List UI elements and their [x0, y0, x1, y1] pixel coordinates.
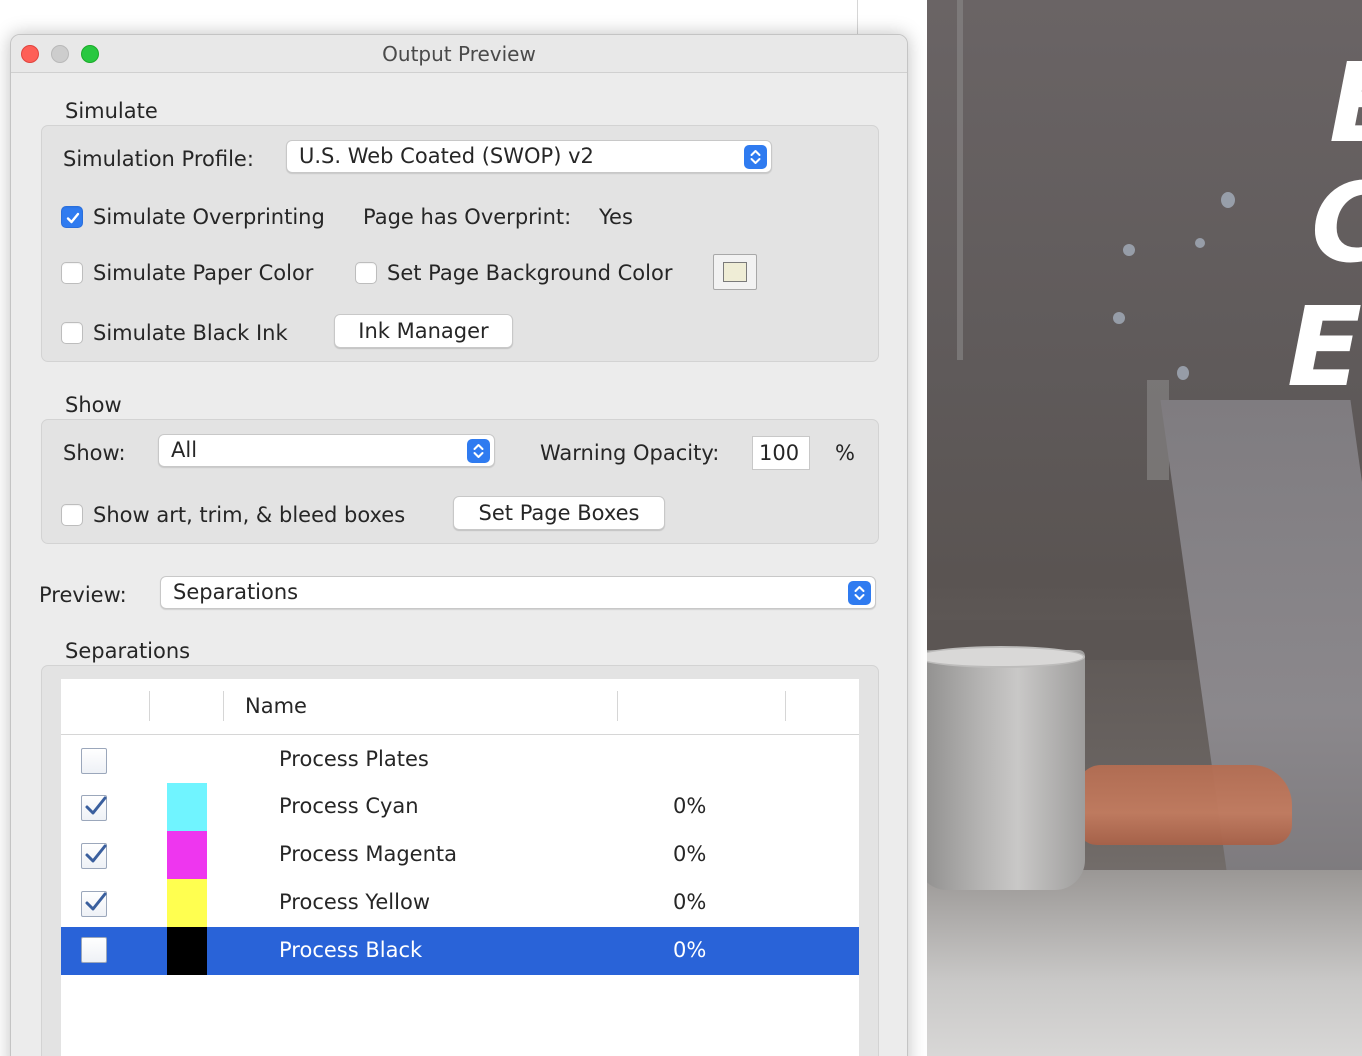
column-divider[interactable] [785, 691, 786, 721]
table-row[interactable]: Process Yellow 0% [61, 879, 859, 927]
show-boxes-label[interactable]: Show art, trim, & bleed boxes [93, 503, 405, 527]
page-has-overprint-label: Page has Overprint: [363, 205, 572, 229]
row-checkbox[interactable] [81, 795, 107, 821]
percent-sign: % [835, 441, 855, 465]
photo-letter: E [1329, 48, 1362, 158]
show-select[interactable]: All [158, 434, 495, 467]
simulation-profile-label: Simulation Profile: [63, 147, 254, 171]
table-row[interactable]: Process Magenta 0% [61, 831, 859, 879]
page-background-color-swatch[interactable] [713, 254, 757, 290]
show-section-title: Show [65, 393, 122, 417]
output-preview-window: Output Preview Simulate Simulation Profi… [10, 34, 908, 1056]
separations-table: Name Process Plates Process Cyan 0% Proc… [61, 679, 859, 1056]
popup-arrows-icon [744, 145, 767, 169]
photo-letter: C [1311, 168, 1362, 278]
page-has-overprint-value: Yes [599, 205, 633, 229]
color-chip [167, 879, 207, 927]
checkmark-icon [85, 844, 107, 863]
background-photo: E C E [927, 0, 1362, 1056]
separation-percent: 0% [673, 938, 707, 962]
ink-manager-button[interactable]: Ink Manager [334, 314, 513, 348]
column-divider[interactable] [149, 691, 150, 721]
simulate-paper-color-checkbox[interactable] [61, 262, 83, 284]
color-chip [167, 831, 207, 879]
table-row[interactable]: Process Cyan 0% [61, 783, 859, 831]
photo-cup [927, 650, 1085, 890]
set-page-background-checkbox[interactable] [355, 262, 377, 284]
photo-bokeh [1195, 238, 1205, 248]
warning-opacity-label: Warning Opacity: [540, 441, 720, 465]
photo-bokeh [1221, 192, 1235, 208]
show-label: Show: [63, 441, 126, 465]
show-boxes-checkbox[interactable] [61, 504, 83, 526]
separations-section-title: Separations [65, 639, 191, 663]
warning-opacity-field[interactable]: 100 [752, 436, 810, 470]
photo-bokeh [1177, 366, 1189, 380]
separation-percent: 0% [673, 794, 707, 818]
window-title: Output Preview [382, 42, 536, 66]
set-page-background-label[interactable]: Set Page Background Color [387, 261, 672, 285]
photo-bokeh [1113, 312, 1125, 324]
photo-bokeh [1123, 244, 1135, 256]
photo-letter: E [1287, 283, 1362, 411]
popup-arrows-icon [467, 439, 490, 463]
checkmark-icon [85, 796, 107, 815]
column-divider[interactable] [223, 691, 224, 721]
photo-counter [927, 870, 1362, 1056]
row-checkbox[interactable] [81, 937, 107, 963]
photo-hand [1077, 765, 1292, 845]
popup-arrows-icon [848, 581, 871, 605]
simulate-paper-color-label[interactable]: Simulate Paper Color [93, 261, 313, 285]
simulation-profile-value: U.S. Web Coated (SWOP) v2 [299, 144, 594, 168]
table-row[interactable]: Process Plates [61, 736, 859, 784]
row-checkbox[interactable] [81, 843, 107, 869]
separation-name: Process Yellow [279, 890, 430, 914]
row-checkbox[interactable] [81, 891, 107, 917]
color-chip [167, 783, 207, 831]
simulate-black-ink-label[interactable]: Simulate Black Ink [93, 321, 288, 345]
row-checkbox[interactable] [81, 748, 107, 774]
column-header-name[interactable]: Name [245, 694, 307, 718]
checkmark-icon [85, 892, 107, 911]
simulate-overprinting-label[interactable]: Simulate Overprinting [93, 205, 325, 229]
swatch-color [723, 262, 747, 282]
preview-label: Preview: [39, 583, 127, 607]
separation-name: Process Magenta [279, 842, 457, 866]
simulate-black-ink-checkbox[interactable] [61, 322, 83, 344]
separation-name: Process Cyan [279, 794, 419, 818]
set-page-boxes-button[interactable]: Set Page Boxes [453, 496, 665, 530]
simulation-profile-select[interactable]: U.S. Web Coated (SWOP) v2 [286, 140, 772, 173]
checkmark-icon [66, 212, 80, 224]
separation-name: Process Plates [279, 747, 429, 771]
table-row-selected[interactable]: Process Black 0% [61, 927, 859, 975]
separation-percent: 0% [673, 842, 707, 866]
table-header: Name [61, 679, 859, 735]
preview-value: Separations [173, 580, 299, 604]
document-edge [857, 0, 858, 36]
simulate-overprinting-checkbox[interactable] [61, 206, 83, 228]
photo-post [957, 0, 963, 360]
separation-percent: 0% [673, 890, 707, 914]
simulate-section-title: Simulate [65, 99, 158, 123]
color-chip [167, 927, 207, 975]
column-divider[interactable] [617, 691, 618, 721]
show-value: All [171, 438, 198, 462]
preview-select[interactable]: Separations [160, 576, 876, 609]
separation-name: Process Black [279, 938, 423, 962]
title-bar[interactable]: Output Preview [11, 35, 907, 73]
